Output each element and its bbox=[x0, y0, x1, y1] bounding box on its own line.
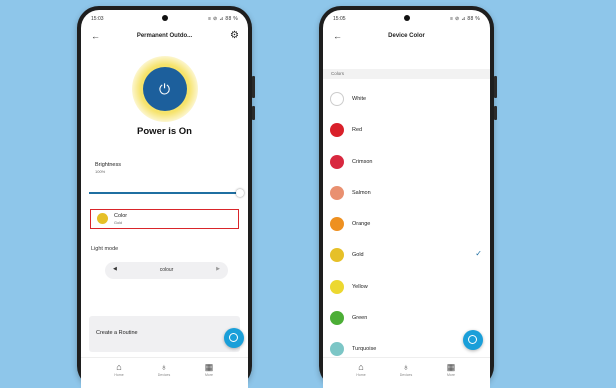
nav-devices-label: Devices bbox=[399, 373, 413, 377]
volume-button bbox=[494, 76, 497, 98]
color-option-red[interactable]: Red bbox=[323, 115, 490, 146]
color-label: Color bbox=[114, 213, 128, 219]
grid-icon: ▦ bbox=[446, 362, 456, 372]
alexa-icon bbox=[229, 333, 238, 342]
color-name: Orange bbox=[352, 221, 371, 228]
phone-device-color: 15:05 ≡ ⊘ ⊿ 88 % ← Device Color Colors W… bbox=[319, 6, 497, 388]
volume-button bbox=[252, 76, 255, 98]
color-value: Gold bbox=[114, 221, 123, 225]
color-list: White Red Crimson Salmon Orange Gold ✓ Y… bbox=[323, 84, 490, 366]
phone-device-power: 15:03 ≡ ⊘ ⊿ 88 % ← Permanent Outdo... ⚙ … bbox=[77, 6, 255, 388]
status-bar: 15:03 ≡ ⊘ ⊿ 88 % bbox=[81, 10, 248, 24]
nav-home-label: Home bbox=[356, 373, 366, 377]
device-screen: 15:05 ≡ ⊘ ⊿ 88 % ← Device Color Colors W… bbox=[323, 10, 490, 388]
nav-more-label: More bbox=[447, 373, 455, 377]
nav-more[interactable]: ▦ More bbox=[199, 362, 219, 377]
color-option-orange[interactable]: Orange bbox=[323, 209, 490, 240]
bottom-nav: ⌂ Home ♁ Devices ▦ More bbox=[81, 357, 248, 388]
lightbulb-icon: ♁ bbox=[160, 362, 168, 372]
color-swatch bbox=[330, 342, 344, 357]
brightness-label: Brightness bbox=[95, 162, 121, 168]
color-swatch bbox=[330, 92, 344, 106]
nav-home-label: Home bbox=[114, 373, 124, 377]
color-setting-row[interactable]: Color Gold bbox=[90, 209, 239, 229]
color-name: Green bbox=[352, 315, 368, 322]
light-mode-selector[interactable]: ◀ colour ▶ bbox=[105, 262, 228, 279]
color-swatch bbox=[330, 311, 344, 326]
status-time: 15:05 bbox=[333, 16, 346, 22]
status-bar: 15:05 ≡ ⊘ ⊿ 88 % bbox=[323, 10, 490, 24]
alexa-fab-button[interactable] bbox=[463, 330, 483, 350]
brightness-section: Brightness 100% bbox=[95, 162, 238, 174]
color-option-green[interactable]: Green bbox=[323, 303, 490, 334]
color-option-crimson[interactable]: Crimson bbox=[323, 147, 490, 178]
color-name: Gold bbox=[352, 252, 364, 259]
alexa-icon bbox=[468, 335, 477, 344]
lightbulb-icon: ♁ bbox=[402, 362, 410, 372]
bottom-nav: ⌂ Home ♁ Devices ▦ More bbox=[323, 357, 490, 388]
color-name: Turquoise bbox=[352, 346, 377, 353]
app-header: ← Permanent Outdo... ⚙ bbox=[81, 28, 248, 48]
color-swatch bbox=[330, 279, 344, 294]
color-option-yellow[interactable]: Yellow bbox=[323, 272, 490, 303]
slider-thumb[interactable] bbox=[236, 189, 244, 197]
checkmark-icon: ✓ bbox=[475, 249, 482, 259]
light-mode-value: colour bbox=[159, 267, 174, 273]
power-side-button bbox=[252, 106, 255, 120]
power-side-button bbox=[494, 106, 497, 120]
status-icons: ≡ ⊘ ⊿ 88 % bbox=[208, 16, 238, 22]
app-header: ← Device Color bbox=[323, 28, 490, 48]
color-name: Salmon bbox=[352, 189, 371, 196]
color-name: Red bbox=[352, 127, 363, 134]
color-option-white[interactable]: White bbox=[323, 84, 490, 115]
nav-home[interactable]: ⌂ Home bbox=[109, 362, 129, 377]
front-camera bbox=[403, 15, 410, 21]
nav-home[interactable]: ⌂ Home bbox=[351, 362, 371, 377]
power-status-text: Power is On bbox=[137, 126, 192, 137]
home-icon: ⌂ bbox=[358, 362, 364, 372]
brightness-value: 100% bbox=[95, 169, 106, 174]
status-time: 15:03 bbox=[91, 16, 104, 22]
device-screen: 15:03 ≡ ⊘ ⊿ 88 % ← Permanent Outdo... ⚙ … bbox=[81, 10, 248, 388]
color-name: Yellow bbox=[352, 283, 368, 290]
light-mode-label: Light mode bbox=[91, 246, 119, 252]
chevron-right-icon[interactable]: ▶ bbox=[216, 266, 220, 272]
colors-section-header: Colors bbox=[323, 69, 490, 79]
color-swatch bbox=[97, 213, 108, 224]
brightness-slider[interactable] bbox=[89, 188, 244, 198]
color-option-gold[interactable]: Gold ✓ bbox=[323, 240, 490, 271]
nav-more[interactable]: ▦ More bbox=[441, 362, 461, 377]
gear-icon[interactable]: ⚙ bbox=[230, 30, 239, 41]
home-icon: ⌂ bbox=[116, 362, 122, 372]
color-name: Crimson bbox=[352, 158, 373, 165]
create-routine-label: Create a Routine bbox=[96, 330, 138, 336]
nav-more-label: More bbox=[205, 373, 213, 377]
color-swatch bbox=[330, 217, 344, 232]
create-routine-card[interactable]: Create a Routine bbox=[89, 316, 240, 352]
front-camera bbox=[161, 15, 168, 21]
color-swatch bbox=[330, 154, 344, 169]
page-title: Permanent Outdo... bbox=[136, 33, 193, 39]
alexa-fab-button[interactable] bbox=[224, 328, 244, 348]
power-button[interactable]: ⏻ bbox=[142, 67, 187, 111]
nav-devices[interactable]: ♁ Devices bbox=[396, 362, 416, 377]
grid-icon: ▦ bbox=[204, 362, 214, 372]
status-icons: ≡ ⊘ ⊿ 88 % bbox=[450, 16, 480, 22]
nav-devices-label: Devices bbox=[157, 373, 171, 377]
power-icon: ⏻ bbox=[158, 81, 171, 97]
nav-devices[interactable]: ♁ Devices bbox=[154, 362, 174, 377]
color-name: White bbox=[352, 96, 367, 102]
page-title: Device Color bbox=[388, 33, 425, 39]
color-swatch bbox=[330, 185, 344, 200]
color-swatch bbox=[330, 248, 344, 263]
color-option-salmon[interactable]: Salmon bbox=[323, 178, 490, 209]
slider-fill bbox=[89, 192, 240, 194]
color-swatch bbox=[330, 123, 344, 138]
